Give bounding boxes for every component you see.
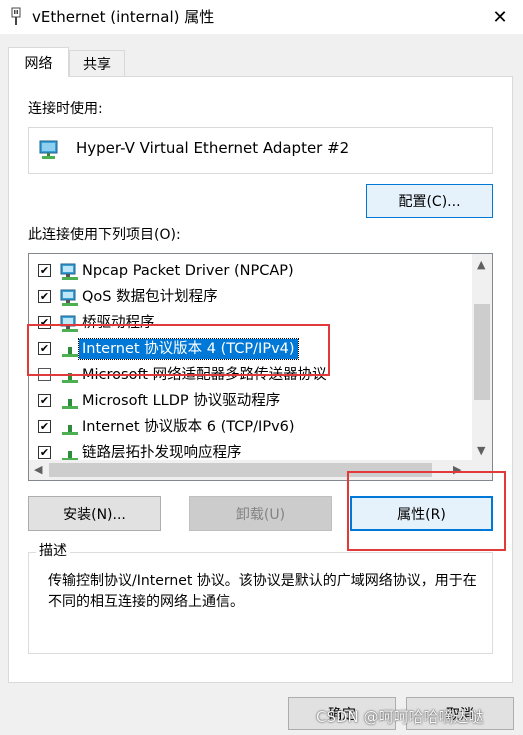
watermark: CSDN @呵呵哈哈嘀达哒 [316,708,484,726]
item-label: 桥驱动程序 [82,315,155,331]
list-item[interactable]: ✔ 桥驱动程序 [29,310,473,336]
list-item[interactable]: ✔ Microsoft LLDP 协议驱动程序 [29,388,473,414]
checkbox[interactable] [38,368,51,381]
checkbox[interactable]: ✔ [38,446,51,459]
properties-dialog: vEthernet (internal) 属性 ✕ 网络 共享 连接时使用: H… [0,0,523,735]
list-item[interactable]: ✔ Internet 协议版本 6 (TCP/IPv6) [29,414,473,440]
close-button[interactable]: ✕ [477,0,523,34]
checkbox[interactable]: ✔ [38,342,51,355]
item-label: Microsoft 网络适配器多路传送器协议 [82,367,327,383]
network-service-icon [60,315,78,332]
item-label: Internet 协议版本 6 (TCP/IPv6) [82,419,295,435]
connect-using-label: 连接时使用: [28,101,103,117]
list-item[interactable]: ✔ Npcap Packet Driver (NPCAP) [29,258,473,284]
tab-network[interactable]: 网络 [8,47,69,77]
install-button[interactable]: 安装(N)... [28,496,161,531]
item-label: Internet 协议版本 4 (TCP/IPv4) [78,338,299,360]
configure-button[interactable]: 配置(C)... [366,184,493,218]
checkbox[interactable]: ✔ [38,394,51,407]
network-adapter-icon [11,7,21,25]
horizontal-scroll-thumb[interactable] [49,463,432,477]
vertical-scrollbar[interactable]: ▲ ▼ [472,254,492,461]
checkbox[interactable]: ✔ [38,420,51,433]
scroll-right-icon[interactable]: ▶ [453,463,461,476]
network-adapter-icon [39,140,58,159]
close-icon: ✕ [492,6,508,28]
adapter-box: Hyper-V Virtual Ethernet Adapter #2 [28,127,493,174]
list-item[interactable]: ✔ QoS 数据包计划程序 [29,284,473,310]
scroll-up-icon[interactable]: ▲ [477,258,485,271]
uninstall-button[interactable]: 卸载(U) [189,496,332,531]
scroll-down-icon[interactable]: ▼ [477,444,485,457]
tab-network-label: 网络 [24,55,53,72]
window-title: vEthernet (internal) 属性 [32,8,215,26]
checkbox[interactable]: ✔ [38,290,51,303]
vertical-scroll-thumb[interactable] [474,304,490,400]
description-title: 描述 [36,542,70,560]
checkbox[interactable]: ✔ [38,316,51,329]
description-text: 传输控制协议/Internet 协议。该协议是默认的广域网络协议，用于在不同的相… [48,573,477,610]
horizontal-scrollbar[interactable]: ◀ ▶ [29,460,492,480]
items-label: 此连接使用下列项目(O): [28,227,181,243]
network-client-icon [60,263,78,280]
list-item[interactable]: Microsoft 网络适配器多路传送器协议 [29,362,473,388]
protocol-icon [62,425,78,435]
tab-sharing[interactable]: 共享 [69,50,125,77]
checkbox[interactable]: ✔ [38,264,51,277]
protocol-icon [62,373,78,383]
tab-sharing-label: 共享 [83,57,111,73]
item-label: QoS 数据包计划程序 [82,289,218,305]
network-service-icon [60,289,78,306]
item-label: Microsoft LLDP 协议驱动程序 [82,393,281,409]
list-item[interactable]: ✔ Internet 协议版本 4 (TCP/IPv4) [29,336,473,362]
properties-button[interactable]: 属性(R) [350,496,493,531]
protocol-icon [62,347,78,357]
title-bar: vEthernet (internal) 属性 ✕ [0,0,523,34]
protocol-icon [62,399,78,409]
adapter-name: Hyper-V Virtual Ethernet Adapter #2 [76,139,350,157]
items-list[interactable]: ✔ Npcap Packet Driver (NPCAP) ✔ QoS 数据包计… [28,253,493,481]
item-label: Npcap Packet Driver (NPCAP) [82,263,294,279]
scroll-left-icon[interactable]: ◀ [34,463,42,476]
